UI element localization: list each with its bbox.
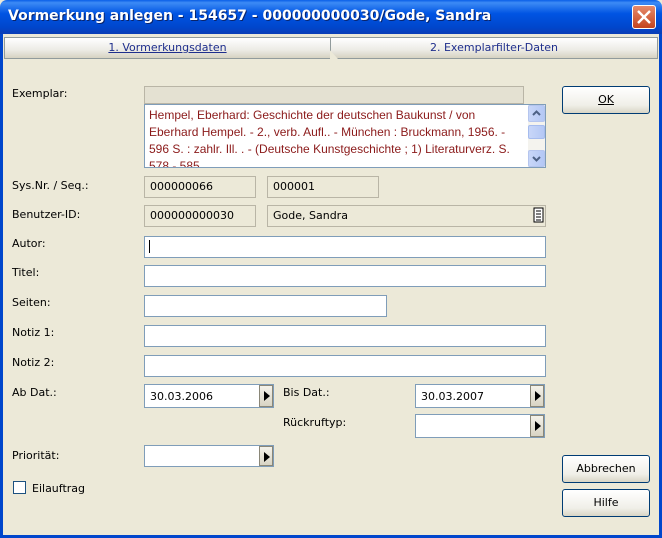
abdat-input[interactable]: 30.03.2006: [144, 384, 274, 408]
ok-label: OK: [598, 93, 614, 106]
eilauftrag-label: Eilauftrag: [32, 482, 86, 495]
text-cursor: [149, 240, 150, 253]
prioritaet-select[interactable]: [144, 445, 274, 467]
prioritaet-label: Priorität:: [12, 449, 60, 462]
seq-field: 000001: [267, 176, 379, 198]
abdat-dropdown-button[interactable]: [259, 385, 273, 407]
bisdat-label: Bis Dat.:: [283, 386, 330, 399]
arrow-right-icon: [535, 421, 541, 431]
list-icon: [533, 207, 544, 223]
rueckruf-dropdown-button[interactable]: [530, 415, 544, 437]
abbrechen-button[interactable]: Abbrechen: [562, 455, 650, 483]
titel-label: Titel:: [12, 266, 40, 279]
benutzer-label: Benutzer-ID:: [12, 208, 81, 221]
bisdat-value: 30.03.2007: [421, 390, 484, 403]
rueckruf-select[interactable]: [415, 414, 545, 438]
close-icon: [637, 10, 651, 24]
hilfe-label: Hilfe: [593, 496, 619, 509]
sysnr-field: 000000066: [144, 176, 256, 198]
prioritaet-dropdown-button[interactable]: [259, 446, 273, 466]
exemplar-label: Exemplar:: [12, 87, 68, 100]
arrow-right-icon: [264, 391, 270, 401]
notiz1-input[interactable]: [144, 325, 546, 347]
benutzer-name-field: Gode, Sandra: [267, 205, 546, 227]
abdat-value: 30.03.2006: [150, 390, 213, 403]
scroll-up-button[interactable]: [528, 105, 545, 122]
benutzer-lookup-button[interactable]: [532, 206, 545, 225]
autor-input[interactable]: [144, 236, 546, 258]
benutzer-name-text: Gode, Sandra: [273, 209, 348, 222]
seiten-label: Seiten:: [12, 296, 51, 309]
exemplar-scrollbar[interactable]: [528, 105, 545, 167]
notiz2-input[interactable]: [144, 355, 546, 377]
tab-label: 2. Exemplarfilter-Daten: [429, 41, 558, 54]
exemplar-text: Hempel, Eberhard: Geschichte der deutsch…: [149, 108, 510, 168]
bisdat-input[interactable]: 30.03.2007: [415, 384, 545, 408]
tab-bar: 1. Vormerkungsdaten 2. Exemplarfilter-Da…: [4, 37, 658, 59]
tab-vormerkungsdaten[interactable]: 1. Vormerkungsdaten: [4, 37, 330, 59]
seiten-input[interactable]: [144, 295, 387, 317]
chevron-down-icon: [532, 156, 541, 162]
abbrechen-label: Abbrechen: [576, 462, 636, 475]
ok-button[interactable]: OK: [562, 86, 650, 114]
exemplar-header-field: [144, 86, 524, 104]
benutzer-id-field: 000000000030: [144, 205, 256, 227]
scroll-thumb[interactable]: [528, 125, 545, 139]
scroll-down-button[interactable]: [528, 150, 545, 167]
arrow-right-icon: [264, 452, 270, 462]
arrow-right-icon: [535, 391, 541, 401]
notiz1-label: Notiz 1:: [12, 326, 55, 339]
rueckruf-label: Rückruftyp:: [283, 416, 347, 429]
exemplar-textarea[interactable]: Hempel, Eberhard: Geschichte der deutsch…: [144, 104, 546, 168]
chevron-up-icon: [532, 110, 541, 116]
window-title: Vormerkung anlegen - 154657 - 0000000000…: [8, 8, 492, 24]
bisdat-dropdown-button[interactable]: [530, 385, 544, 407]
notiz2-label: Notiz 2:: [12, 356, 55, 369]
eilauftrag-checkbox[interactable]: [13, 481, 26, 494]
titel-input[interactable]: [144, 265, 546, 287]
sysnr-label: Sys.Nr. / Seq.:: [12, 179, 89, 192]
autor-label: Autor:: [12, 237, 46, 250]
tab-label: 1. Vormerkungsdaten: [108, 41, 227, 54]
hilfe-button[interactable]: Hilfe: [562, 489, 650, 517]
abdat-label: Ab Dat.:: [12, 386, 57, 399]
title-bar[interactable]: Vormerkung anlegen - 154657 - 0000000000…: [0, 0, 662, 34]
tab-exemplarfilter-daten[interactable]: 2. Exemplarfilter-Daten: [330, 37, 658, 59]
close-button[interactable]: [632, 5, 656, 29]
